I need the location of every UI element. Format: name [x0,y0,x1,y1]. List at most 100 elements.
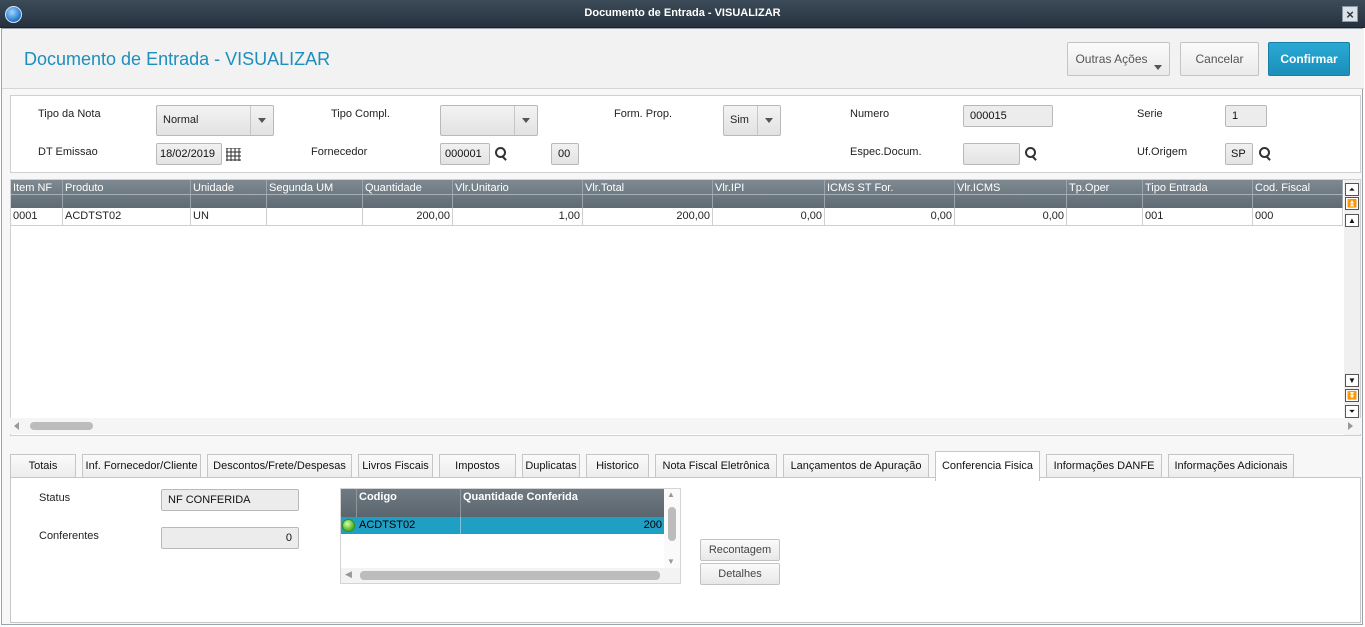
scroll-thumb[interactable] [668,507,676,541]
column-header: Quantidade Conferida [463,491,578,503]
tab-duplicatas[interactable]: Duplicatas [522,454,580,479]
table-cell [1067,208,1143,226]
espec-docum-field[interactable] [963,143,1020,165]
detalhes-button[interactable]: Detalhes [700,563,780,585]
form-prop-select[interactable]: Sim [723,105,781,136]
scroll-right-icon[interactable] [1348,422,1353,430]
search-icon[interactable] [495,147,507,159]
scroll-left-icon[interactable] [14,422,19,430]
recontagem-button[interactable]: Recontagem [700,539,780,561]
tipo-nota-select[interactable]: Normal [156,105,274,136]
column-header: Codigo [357,489,461,517]
page-title: Documento de Entrada - VISUALIZAR [24,49,331,69]
column-header[interactable]: Item NF [11,180,63,208]
scroll-page-up-icon[interactable]: ⏫ [1345,197,1359,210]
outras-acoes-button[interactable]: Outras Ações [1067,42,1170,76]
status-column-header [341,489,357,517]
tab-inf-fornecedor-cliente[interactable]: Inf. Fornecedor/Cliente [82,454,201,479]
column-header[interactable]: Quantidade [363,180,453,208]
tab-conferencia-fisica[interactable]: Conferencia Fisica [935,451,1040,481]
conferencia-grid: Codigo Quantidade Conferida ACDTST02 200… [340,488,681,584]
table-cell: 0,00 [713,208,825,226]
tab-historico[interactable]: Historico [586,454,649,479]
table-cell: 001 [1143,208,1253,226]
tab-informacoes-danfe[interactable]: Informações DANFE [1046,454,1162,479]
fornecedor-label: Fornecedor [311,146,368,158]
window-title: Documento de Entrada - VISUALIZAR [584,7,781,19]
cell-codigo: ACDTST02 [357,517,461,534]
tab-descontos-frete-despesas[interactable]: Descontos/Frete/Despesas [207,454,352,479]
fornecedor-field[interactable]: 000001 [440,143,490,165]
uf-origem-label: Uf.Origem [1137,146,1188,158]
items-grid-vscroll[interactable]: ⏶ ⏫ ▲ ▼ ⏬ ⏷ [1344,180,1360,435]
dt-emissao-field[interactable]: 18/02/2019 [156,143,222,165]
tab-panel-conferencia: Status NF CONFERIDA Conferentes 0 Codigo… [10,477,1361,623]
status-field[interactable]: NF CONFERIDA [161,489,299,511]
scroll-bottom-icon[interactable]: ⏷ [1345,405,1359,418]
column-header[interactable]: ICMS ST For. [825,180,955,208]
tipo-compl-label: Tipo Compl. [331,108,390,120]
column-header[interactable]: Vlr.Unitario [453,180,583,208]
numero-field[interactable]: 000015 [963,105,1053,127]
tab-informacoes-adicionais[interactable]: Informações Adicionais [1168,454,1294,479]
serie-label: Serie [1137,108,1163,120]
scroll-left-icon[interactable]: ◀ [345,569,352,580]
table-row[interactable]: 0001 ACDTST02 UN 200,00 1,00 200,00 0,00 0,00 0,… [11,208,1343,226]
chevron-down-icon [757,106,780,135]
close-icon[interactable]: × [1342,6,1358,22]
tab-livros-fiscais[interactable]: Livros Fiscais [358,454,433,479]
table-cell [267,208,363,226]
window-titlebar: Documento de Entrada - VISUALIZAR × [0,0,1365,28]
outras-acoes-label: Outras Ações [1075,52,1148,66]
serie-field[interactable]: 1 [1225,105,1267,127]
conferencia-grid-vscroll[interactable]: ▲ ▼ [664,489,680,569]
conferentes-field[interactable]: 0 [161,527,299,549]
column-header[interactable]: Segunda UM [267,180,363,208]
column-header[interactable]: Tipo Entrada [1143,180,1253,208]
scroll-top-icon[interactable]: ⏶ [1345,183,1359,196]
tipo-compl-select[interactable] [440,105,538,136]
scroll-page-down-icon[interactable]: ⏬ [1345,389,1359,402]
search-icon[interactable] [1025,147,1037,159]
tipo-nota-label: Tipo da Nota [38,108,101,120]
uf-origem-field[interactable]: SP [1225,143,1253,165]
table-cell: ACDTST02 [63,208,191,226]
scroll-thumb[interactable] [30,422,93,430]
conferencia-grid-hscroll[interactable]: ◀ [341,568,680,583]
scroll-up-icon[interactable]: ▲ [667,490,675,499]
conferencia-grid-header: Codigo Quantidade Conferida [341,489,664,517]
tipo-nota-value: Normal [163,114,199,126]
column-header[interactable]: Vlr.IPI [713,180,825,208]
calendar-icon[interactable] [226,148,241,161]
table-cell: 0001 [11,208,63,226]
scroll-down-icon[interactable]: ▼ [1345,374,1359,387]
column-header[interactable]: Tp.Oper [1067,180,1143,208]
column-header[interactable]: Vlr.ICMS [955,180,1067,208]
column-header[interactable]: Cod. Fiscal [1253,180,1343,208]
table-row[interactable]: ACDTST02 200 [341,517,664,534]
tab-nota-fiscal-eletronica[interactable]: Nota Fiscal Eletrônica [655,454,777,479]
column-header[interactable]: Unidade [191,180,267,208]
scroll-down-icon[interactable]: ▼ [667,557,675,566]
page-header: Documento de Entrada - VISUALIZAR Outras… [2,29,1364,89]
form-prop-label: Form. Prop. [614,108,673,120]
dt-emissao-label: DT Emissao [38,146,98,158]
cancel-button[interactable]: Cancelar [1180,42,1259,76]
tab-impostos[interactable]: Impostos [439,454,516,479]
table-cell: 1,00 [453,208,583,226]
chevron-down-icon [514,106,537,135]
tab-totais[interactable]: Totais [10,454,76,479]
confirm-button[interactable]: Confirmar [1268,42,1350,76]
numero-label: Numero [850,108,890,120]
espec-docum-label: Espec.Docum. [850,146,922,158]
scroll-thumb[interactable] [360,571,660,580]
search-icon[interactable] [1259,147,1271,159]
column-header[interactable]: Vlr.Total [583,180,713,208]
scroll-up-icon[interactable]: ▲ [1345,214,1359,227]
chevron-down-icon [250,106,273,135]
chevron-down-icon [1154,65,1162,70]
items-grid-hscroll[interactable] [10,418,1361,434]
column-header[interactable]: Produto [63,180,191,208]
fornecedor-loja-field[interactable]: 00 [551,143,579,165]
tab-lancamentos-de-apuracao[interactable]: Lançamentos de Apuração [783,454,929,479]
